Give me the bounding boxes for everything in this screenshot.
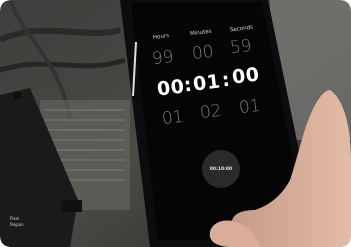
minutes-prev[interactable]: 00 bbox=[191, 42, 215, 64]
minutes-current[interactable]: 01 bbox=[192, 70, 222, 95]
seconds-prev[interactable]: 59 bbox=[229, 36, 253, 58]
seconds-next[interactable]: 01 bbox=[238, 96, 262, 118]
hours-current[interactable]: 00 bbox=[156, 75, 186, 100]
hours-next[interactable]: 01 bbox=[161, 107, 185, 129]
preset-button[interactable]: 00:10:00 bbox=[202, 150, 240, 188]
device-label-line1: Pixel bbox=[10, 216, 20, 221]
minutes-next[interactable]: 02 bbox=[199, 101, 223, 123]
preset-button-label: 00:10:00 bbox=[209, 166, 233, 172]
device-label-line2: Region bbox=[10, 222, 24, 227]
seconds-current[interactable]: 00 bbox=[231, 63, 261, 88]
hours-prev[interactable]: 99 bbox=[151, 47, 175, 69]
